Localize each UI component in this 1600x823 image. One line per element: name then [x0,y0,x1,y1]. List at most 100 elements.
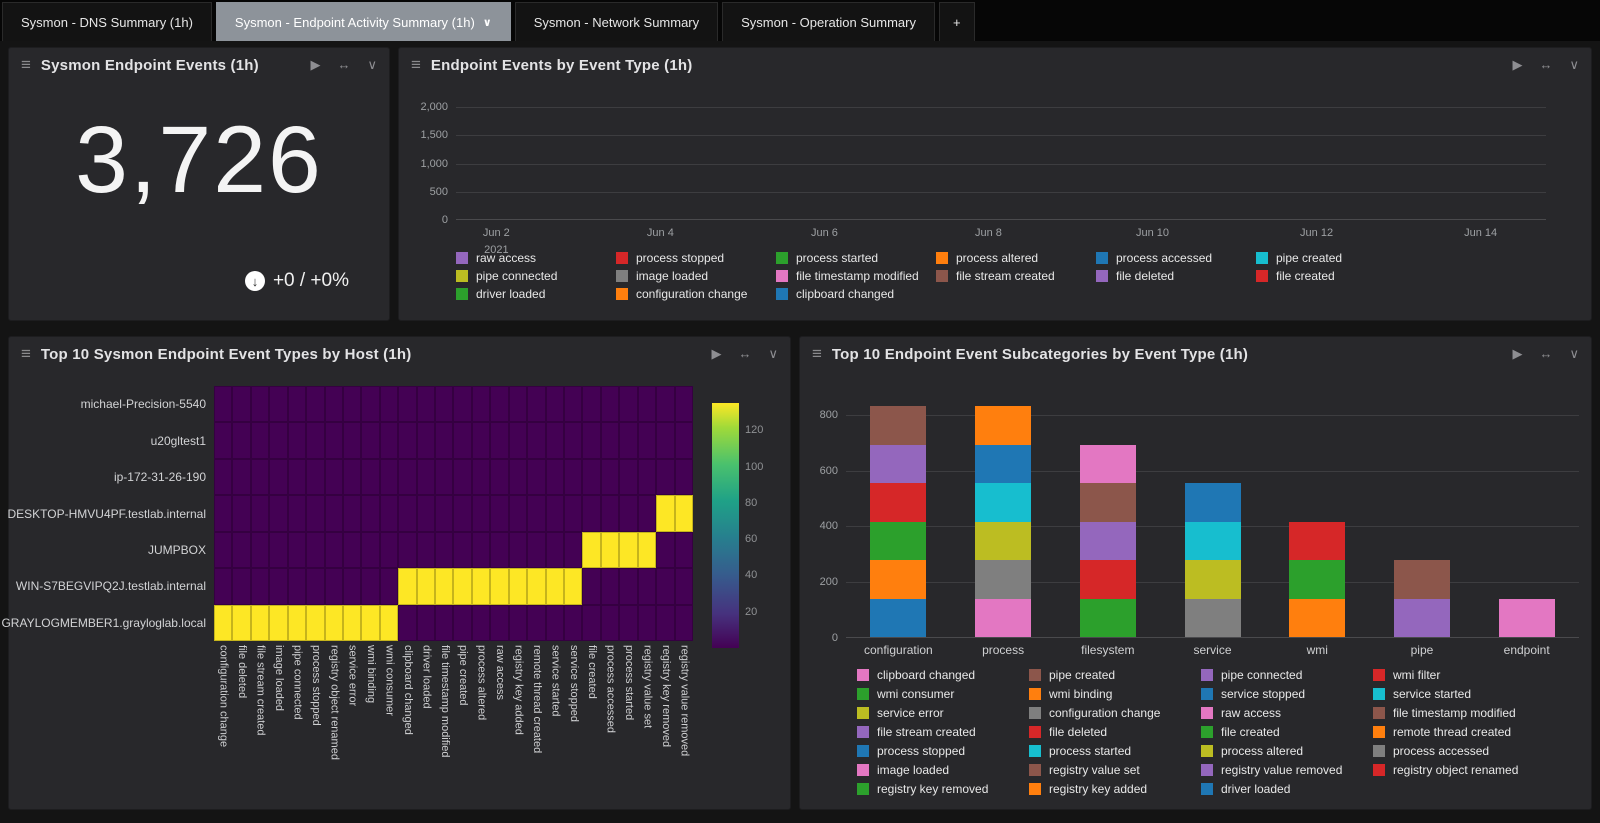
legend-item[interactable]: process started [1029,744,1201,758]
heatmap-cell [306,422,324,458]
legend-item[interactable]: wmi consumer [857,687,1029,701]
legend-item[interactable]: image loaded [857,763,1029,777]
legend-item[interactable]: process stopped [857,744,1029,758]
legend-label: raw access [1221,706,1281,720]
heatmap-cell [398,459,416,495]
resize-horizontal-icon[interactable]: ↔ [1539,346,1552,362]
legend-item[interactable]: service error [857,706,1029,720]
legend-item[interactable]: file timestamp modified [1373,706,1545,720]
legend-item[interactable]: pipe created [1256,251,1416,265]
legend-item[interactable]: pipe connected [456,269,616,283]
bar-segment [1289,522,1345,560]
legend-item[interactable]: registry value set [1029,763,1201,777]
heatmap-cell [306,605,324,641]
legend-item[interactable]: wmi binding [1029,687,1201,701]
legend-item[interactable]: registry value removed [1201,763,1373,777]
add-tab-button[interactable]: + [939,2,975,41]
legend-item[interactable]: driver loaded [456,287,616,301]
play-icon[interactable]: ▶ [310,57,320,73]
legend-item[interactable]: service stopped [1201,687,1373,701]
legend-item[interactable]: file created [1201,725,1373,739]
legend-item[interactable]: process altered [1201,744,1373,758]
barchart-plot-area: 0200400600800 [846,401,1579,638]
panel-drag-handle-icon[interactable]: ≡ [812,344,822,364]
heatmap-cell [656,459,674,495]
bar-segment [870,406,926,444]
chevron-down-icon[interactable]: ∨ [1569,57,1579,73]
heatmap-cell [398,386,416,422]
legend-item[interactable]: file created [1256,269,1416,283]
panel-title[interactable]: Top 10 Endpoint Event Subcategories by E… [832,346,1248,363]
legend-item[interactable]: pipe created [1029,668,1201,682]
legend-item[interactable]: raw access [1201,706,1373,720]
heatmap-column-label: process started [623,645,634,720]
legend-item[interactable]: remote thread created [1373,725,1545,739]
legend-item[interactable]: file stream created [857,725,1029,739]
panel-title[interactable]: Endpoint Events by Event Type (1h) [431,57,693,74]
legend-item[interactable]: process accessed [1096,251,1256,265]
panel-drag-handle-icon[interactable]: ≡ [411,55,421,75]
legend-item[interactable]: registry object renamed [1373,763,1545,777]
chevron-down-icon[interactable]: ∨ [367,57,377,73]
panel-drag-handle-icon[interactable]: ≡ [21,344,31,364]
y-axis-tick-label: 0 [442,214,448,226]
heatmap-cell [435,386,453,422]
legend-item[interactable]: registry key added [1029,782,1201,796]
legend-item[interactable]: process altered [936,251,1096,265]
heatmap-cell [380,459,398,495]
y-gridline [456,164,1546,165]
legend-item[interactable]: file deleted [1029,725,1201,739]
play-icon[interactable]: ▶ [711,346,721,362]
legend-swatch-icon [1201,707,1213,719]
heatmap-cell [453,459,471,495]
chevron-down-icon[interactable]: ∨ [1569,346,1579,362]
y-axis-tick-label: 2,000 [420,101,448,113]
play-icon[interactable]: ▶ [1512,57,1522,73]
legend-swatch-icon [776,288,788,300]
legend-item[interactable]: wmi filter [1373,668,1545,682]
resize-horizontal-icon[interactable]: ↔ [337,57,350,73]
dashboard-tab[interactable]: Sysmon - Operation Summary [722,2,935,41]
x-axis-category-label: pipe [1370,643,1475,657]
legend-item[interactable]: driver loaded [1201,782,1373,796]
resize-horizontal-icon[interactable]: ↔ [1539,57,1552,73]
legend-item[interactable]: pipe connected [1201,668,1373,682]
legend-swatch-icon [1029,783,1041,795]
heatmap-cell [380,495,398,531]
heatmap-cell [638,568,656,604]
legend-item[interactable]: file stream created [936,269,1096,283]
legend-item[interactable]: configuration change [616,287,776,301]
legend-item[interactable]: image loaded [616,269,776,283]
legend-label: configuration change [636,287,747,301]
heatmap-cell [288,459,306,495]
legend-item[interactable]: file deleted [1096,269,1256,283]
legend-label: pipe connected [1221,668,1302,682]
panel-drag-handle-icon[interactable]: ≡ [21,55,31,75]
heatmap-column-label: registry key added [512,645,523,735]
legend-item[interactable]: service started [1373,687,1545,701]
legend-label: registry key removed [877,782,988,796]
chevron-down-icon[interactable]: ∨ [768,346,778,362]
legend-item[interactable]: clipboard changed [857,668,1029,682]
dashboard-tab[interactable]: Sysmon - Endpoint Activity Summary (1h)∨ [216,2,511,41]
legend-item[interactable]: process stopped [616,251,776,265]
legend-item[interactable]: process started [776,251,936,265]
heatmap-cell [656,568,674,604]
dashboard-tab[interactable]: Sysmon - DNS Summary (1h) [2,2,212,41]
heatmap-cell [527,532,545,568]
panel-title[interactable]: Sysmon Endpoint Events (1h) [41,57,259,74]
legend-column: process stopped image loaded configuration… [616,251,776,301]
legend-item[interactable]: process accessed [1373,744,1545,758]
legend-label: process altered [1221,744,1303,758]
legend-item[interactable]: configuration change [1029,706,1201,720]
legend-item[interactable]: clipboard changed [776,287,936,301]
play-icon[interactable]: ▶ [1512,346,1522,362]
legend-swatch-icon [456,288,468,300]
panel-title[interactable]: Top 10 Sysmon Endpoint Event Types by Ho… [41,346,412,363]
heatmap-column-label: file deleted [236,645,247,698]
legend-item[interactable]: file timestamp modified [776,269,936,283]
legend-item[interactable]: registry key removed [857,782,1029,796]
legend-item[interactable]: raw access [456,251,616,265]
resize-horizontal-icon[interactable]: ↔ [738,346,751,362]
dashboard-tab[interactable]: Sysmon - Network Summary [515,2,718,41]
